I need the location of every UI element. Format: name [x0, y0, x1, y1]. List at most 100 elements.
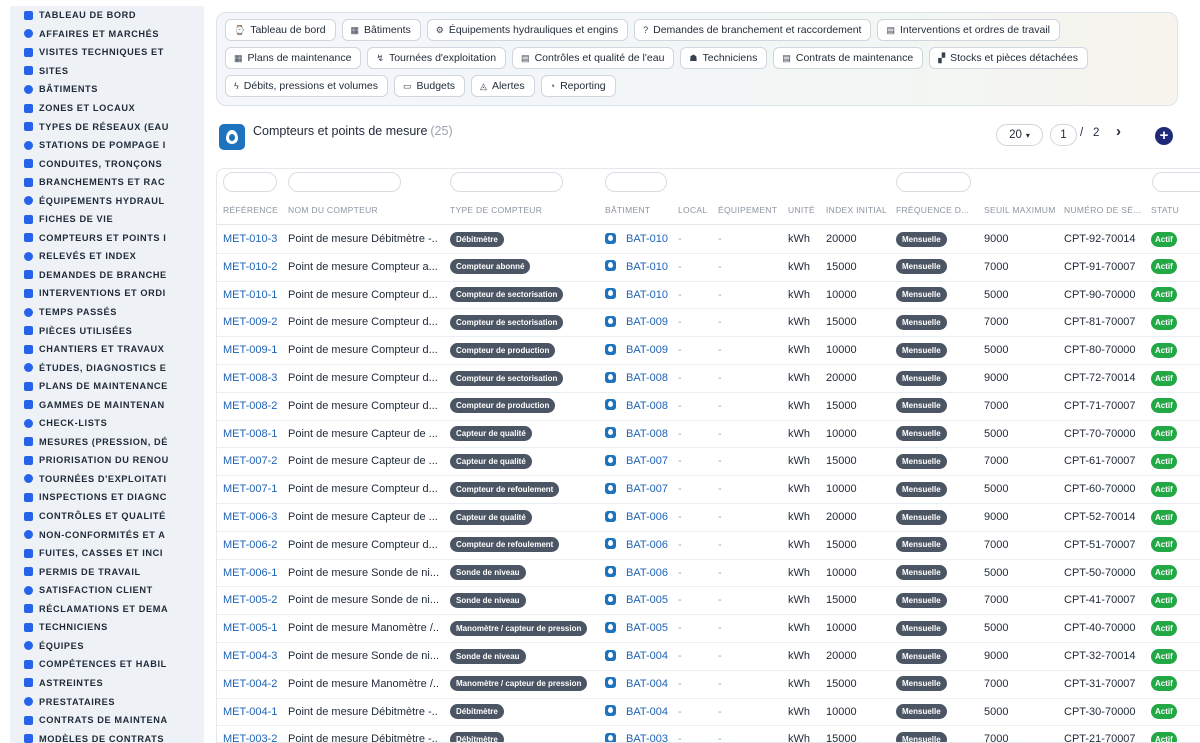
sidebar-item[interactable]: INTERVENTIONS ET ORDI — [10, 284, 204, 303]
filter-type-input[interactable] — [450, 172, 563, 192]
table-row[interactable]: MET-003-2 Point de mesure Débitmètre -...… — [217, 726, 1200, 742]
table-row[interactable]: MET-004-3 Point de mesure Sonde de ni... S… — [217, 643, 1200, 671]
module-button[interactable]: ▤ Contrôles et qualité de l'eau — [512, 47, 675, 69]
table-row[interactable]: MET-009-1 Point de mesure Compteur d... Co… — [217, 337, 1200, 365]
building-link[interactable]: BAT-004 — [626, 650, 668, 662]
reference-link[interactable]: MET-008-1 — [223, 428, 277, 440]
reference-link[interactable]: MET-008-3 — [223, 372, 277, 384]
table-row[interactable]: MET-005-1 Point de mesure Manomètre /... M… — [217, 615, 1200, 643]
current-page-input[interactable]: 1 — [1050, 124, 1077, 146]
module-button[interactable]: ↯ Tournées d'exploitation — [367, 47, 507, 69]
building-link[interactable]: BAT-007 — [626, 455, 668, 467]
building-link[interactable]: BAT-009 — [626, 316, 668, 328]
sidebar-item[interactable]: TEMPS PASSÉS — [10, 303, 204, 322]
reference-link[interactable]: MET-006-3 — [223, 511, 277, 523]
sidebar-item[interactable]: COMPTEURS ET POINTS I — [10, 229, 204, 248]
sidebar-item[interactable]: CHECK-LISTS — [10, 414, 204, 433]
sidebar-item[interactable]: SATISFACTION CLIENT — [10, 581, 204, 600]
module-button[interactable]: ▞ Stocks et pièces détachées — [929, 47, 1088, 69]
reference-link[interactable]: MET-006-1 — [223, 567, 277, 579]
reference-link[interactable]: MET-006-2 — [223, 539, 277, 551]
filter-status-input[interactable] — [1152, 172, 1200, 192]
column-header[interactable]: TYPE DE COMPTEUR — [450, 205, 600, 215]
reference-link[interactable]: MET-007-2 — [223, 455, 277, 467]
building-link[interactable]: BAT-010 — [626, 289, 668, 301]
sidebar-item[interactable]: MODÈLES DE CONTRATS — [10, 729, 204, 743]
sidebar-item[interactable]: PERMIS DE TRAVAIL — [10, 562, 204, 581]
page-size-select[interactable]: 20 ▾ — [996, 124, 1043, 146]
sidebar-item[interactable]: INSPECTIONS ET DIAGNC — [10, 488, 204, 507]
reference-link[interactable]: MET-004-3 — [223, 650, 277, 662]
sidebar-item[interactable]: ÉTUDES, DIAGNOSTICS E — [10, 358, 204, 377]
table-row[interactable]: MET-004-2 Point de mesure Manomètre /... M… — [217, 671, 1200, 699]
reference-link[interactable]: MET-004-2 — [223, 678, 277, 690]
reference-link[interactable]: MET-010-3 — [223, 233, 277, 245]
table-row[interactable]: MET-008-3 Point de mesure Compteur d... Co… — [217, 365, 1200, 393]
column-header[interactable]: FRÉQUENCE D... — [896, 205, 978, 215]
sidebar-item[interactable]: BRANCHEMENTS ET RAC — [10, 173, 204, 192]
add-record-plus-icon[interactable]: + — [1155, 127, 1173, 145]
sidebar-item[interactable]: RÉCLAMATIONS ET DEMA — [10, 600, 204, 619]
table-row[interactable]: MET-008-2 Point de mesure Compteur d... Co… — [217, 393, 1200, 421]
reference-link[interactable]: MET-004-1 — [223, 706, 277, 718]
building-link[interactable]: BAT-007 — [626, 483, 668, 495]
sidebar-item[interactable]: TYPES DE RÉSEAUX (EAU — [10, 117, 204, 136]
reference-link[interactable]: MET-010-2 — [223, 261, 277, 273]
column-header[interactable]: INDEX INITIAL — [826, 205, 892, 215]
sidebar-item[interactable]: ÉQUIPEMENTS HYDRAUL — [10, 191, 204, 210]
sidebar-item[interactable]: NON-CONFORMITÉS ET A — [10, 525, 204, 544]
column-header[interactable]: RÉFÉRENCE — [223, 205, 283, 215]
sidebar-item[interactable]: CHANTIERS ET TRAVAUX — [10, 340, 204, 359]
filter-name-input[interactable] — [288, 172, 401, 192]
table-row[interactable]: MET-006-1 Point de mesure Sonde de ni... S… — [217, 560, 1200, 588]
next-page-chevron-icon[interactable]: › — [1116, 123, 1121, 140]
reference-link[interactable]: MET-003-2 — [223, 733, 277, 742]
module-button[interactable]: ▤ Interventions et ordres de travail — [877, 19, 1060, 41]
sidebar-item[interactable]: FICHES DE VIE — [10, 210, 204, 229]
building-link[interactable]: BAT-010 — [626, 233, 668, 245]
building-link[interactable]: BAT-005 — [626, 622, 668, 634]
module-button[interactable]: ☗ Techniciens — [680, 47, 768, 69]
table-row[interactable]: MET-010-3 Point de mesure Débitmètre -...… — [217, 226, 1200, 254]
column-header[interactable]: SEUIL MAXIMUM — [984, 205, 1060, 215]
column-header[interactable]: NUMÉRO DE SÉ... — [1064, 205, 1148, 215]
sidebar-item[interactable]: ÉQUIPES — [10, 637, 204, 656]
building-link[interactable]: BAT-008 — [626, 400, 668, 412]
table-row[interactable]: MET-005-2 Point de mesure Sonde de ni... S… — [217, 587, 1200, 616]
module-button[interactable]: ▦ Plans de maintenance — [225, 47, 362, 69]
table-row[interactable]: MET-006-2 Point de mesure Compteur d... Co… — [217, 532, 1200, 560]
sidebar-item[interactable]: SITES — [10, 62, 204, 81]
sidebar-item[interactable]: ASTREINTES — [10, 674, 204, 693]
table-row[interactable]: MET-010-2 Point de mesure Compteur a... Co… — [217, 254, 1200, 282]
sidebar-item[interactable]: PRESTATAIRES — [10, 692, 204, 711]
table-row[interactable]: MET-007-2 Point de mesure Capteur de ... C… — [217, 448, 1200, 477]
module-button[interactable]: ▭ Budgets — [394, 75, 466, 97]
sidebar-item[interactable]: FUITES, CASSES ET INCI — [10, 544, 204, 563]
filter-reference-input[interactable] — [223, 172, 277, 192]
sidebar-item[interactable]: CONTRÔLES ET QUALITÉ — [10, 507, 204, 526]
building-link[interactable]: BAT-006 — [626, 539, 668, 551]
table-row[interactable]: MET-010-1 Point de mesure Compteur d... Co… — [217, 282, 1200, 310]
sidebar-item[interactable]: ZONES ET LOCAUX — [10, 99, 204, 118]
sidebar-item[interactable]: STATIONS DE POMPAGE I — [10, 136, 204, 155]
sidebar-item[interactable]: DEMANDES DE BRANCHE — [10, 266, 204, 285]
reference-link[interactable]: MET-010-1 — [223, 289, 277, 301]
building-link[interactable]: BAT-006 — [626, 567, 668, 579]
module-button[interactable]: ◬ Alertes — [471, 75, 535, 97]
table-row[interactable]: MET-008-1 Point de mesure Capteur de ... C… — [217, 421, 1200, 449]
sidebar-item[interactable]: GAMMES DE MAINTENAN — [10, 395, 204, 414]
table-row[interactable]: MET-009-2 Point de mesure Compteur d... Co… — [217, 309, 1200, 338]
column-header[interactable]: BÂTIMENT — [605, 205, 675, 215]
filter-frequency-input[interactable] — [896, 172, 971, 192]
sidebar-item[interactable]: RELEVÉS ET INDEX — [10, 247, 204, 266]
column-header[interactable]: NOM DU COMPTEUR — [288, 205, 438, 215]
building-link[interactable]: BAT-004 — [626, 706, 668, 718]
reference-link[interactable]: MET-009-1 — [223, 344, 277, 356]
building-link[interactable]: BAT-004 — [626, 678, 668, 690]
building-link[interactable]: BAT-008 — [626, 428, 668, 440]
sidebar-item[interactable]: TABLEAU DE BORD — [10, 6, 204, 25]
table-row[interactable]: MET-004-1 Point de mesure Débitmètre -...… — [217, 699, 1200, 727]
sidebar-item[interactable]: COMPÉTENCES ET HABIL — [10, 655, 204, 674]
reference-link[interactable]: MET-008-2 — [223, 400, 277, 412]
sidebar-item[interactable]: TECHNICIENS — [10, 618, 204, 637]
